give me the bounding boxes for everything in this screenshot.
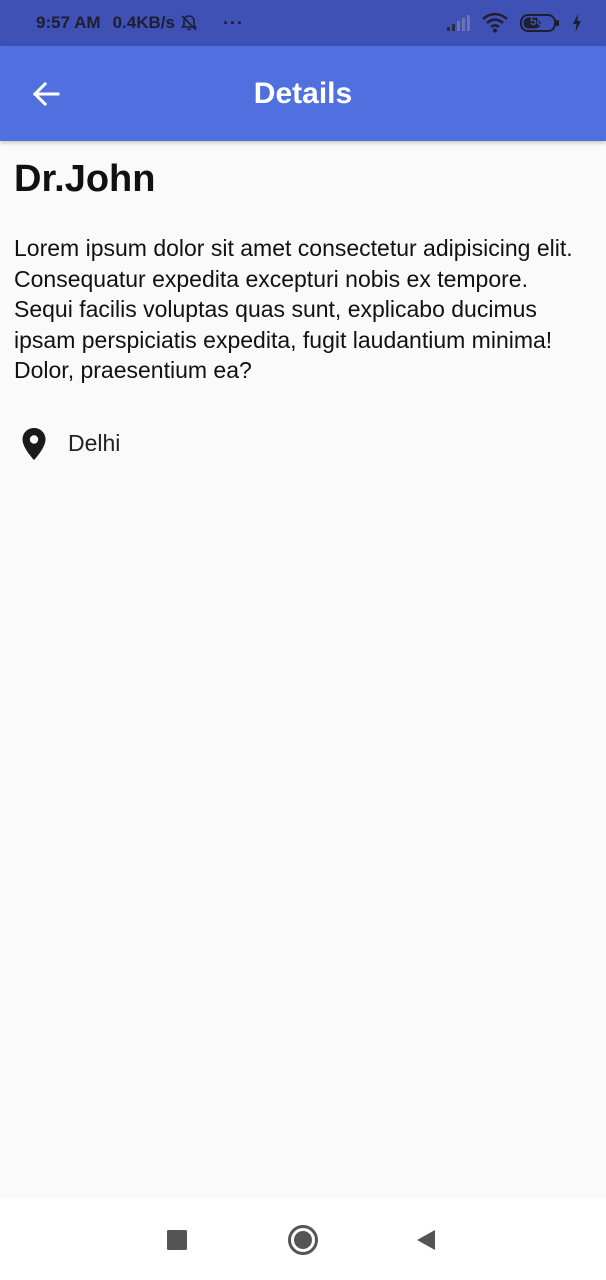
arrow-back-icon	[32, 80, 60, 108]
status-left: 9:57 AM 0.4KB/s ···	[36, 0, 244, 46]
battery-level: 58	[530, 14, 544, 28]
app-bar: Details	[0, 46, 606, 141]
recents-button[interactable]	[155, 1218, 199, 1262]
status-right: 58	[446, 0, 582, 46]
doctor-name: Dr.John	[14, 158, 156, 200]
recents-square-icon	[167, 1230, 187, 1250]
nav-back-button[interactable]	[404, 1218, 448, 1262]
system-nav-bar	[0, 1198, 606, 1280]
status-bar: 9:57 AM 0.4KB/s ··· 58	[0, 0, 606, 46]
battery-icon: 58	[520, 13, 560, 33]
status-network-speed: 0.4KB/s	[112, 13, 175, 32]
status-more-dots: ···	[222, 12, 244, 33]
charging-icon	[572, 14, 582, 32]
location-pin-icon	[14, 422, 54, 466]
home-button[interactable]	[281, 1218, 325, 1262]
status-time: 9:57 AM	[36, 13, 101, 32]
location-row: Delhi	[14, 422, 592, 466]
wifi-icon	[482, 13, 508, 33]
page-title: Details	[253, 77, 353, 110]
doctor-description: Lorem ipsum dolor sit amet consectetur a…	[14, 235, 573, 383]
signal-icon	[446, 14, 470, 32]
location-text: Delhi	[68, 430, 121, 456]
back-triangle-icon	[415, 1229, 437, 1251]
muted-bell-icon	[179, 13, 199, 33]
details-content: Dr.John Lorem ipsum dolor sit amet conse…	[14, 141, 592, 466]
back-button[interactable]	[22, 70, 70, 118]
home-circle-icon	[287, 1224, 319, 1256]
